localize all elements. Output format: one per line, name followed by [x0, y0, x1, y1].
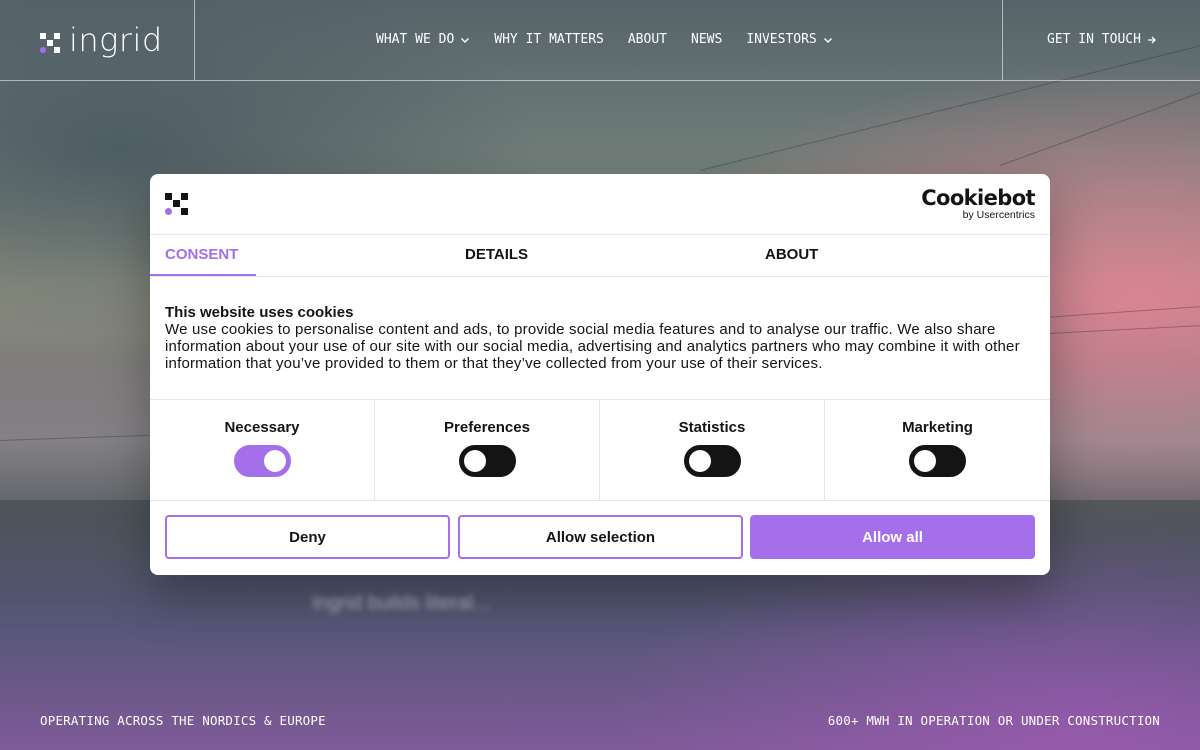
brand-sub: by Usercentrics [962, 209, 1035, 221]
consent-title: This website uses cookies [165, 304, 354, 321]
ingrid-logo-icon [165, 193, 188, 215]
cookie-consent-dialog: Cookiebot by Usercentrics CONSENT DETAIL… [150, 174, 1050, 575]
nav-label: INVESTORS [746, 32, 817, 47]
category-label: Marketing [902, 419, 973, 436]
nav-about[interactable]: ABOUT [628, 31, 667, 49]
deny-button[interactable]: Deny [165, 515, 450, 559]
toggle-knob [264, 450, 286, 472]
nav-news[interactable]: NEWS [691, 31, 722, 49]
tab-consent[interactable]: CONSENT [150, 235, 256, 276]
marketing-toggle[interactable] [909, 445, 966, 477]
statistics-toggle[interactable] [684, 445, 741, 477]
nav-why-it-matters[interactable]: WHY IT MATTERS [494, 31, 604, 49]
dialog-header: Cookiebot by Usercentrics [150, 174, 1050, 235]
footer-capacity: 600+ MWH IN OPERATION OR UNDER CONSTRUCT… [827, 713, 1160, 728]
footer-regions: OPERATING ACROSS THE NORDICS & EUROPE [40, 713, 326, 728]
get-in-touch-link[interactable]: GET IN TOUCH [1047, 31, 1157, 49]
nav-what-we-do[interactable]: WHAT WE DO [376, 31, 470, 49]
necessary-toggle[interactable] [234, 445, 291, 477]
toggle-knob [689, 450, 711, 472]
dialog-tabs: CONSENT DETAILS ABOUT [150, 235, 1050, 277]
allow-selection-button[interactable]: Allow selection [458, 515, 743, 559]
preferences-toggle[interactable] [459, 445, 516, 477]
chevron-down-icon [461, 38, 470, 43]
category-statistics: Statistics [600, 400, 825, 500]
nav-label: ABOUT [627, 32, 667, 47]
hero-subtitle: Ingrid builds literal... [312, 592, 490, 614]
toggle-knob [914, 450, 936, 472]
allow-all-button[interactable]: Allow all [750, 515, 1035, 559]
main-menu: WHAT WE DO WHY IT MATTERS ABOUT NEWS INV… [376, 31, 833, 49]
brand-name: Cookiebot [921, 186, 1035, 210]
category-label: Necessary [224, 419, 300, 436]
nav-label: WHAT WE DO [376, 32, 455, 47]
get-in-touch-cell: GET IN TOUCH [1002, 0, 1200, 80]
nav-investors[interactable]: INVESTORS [746, 31, 832, 49]
consent-description: We use cookies to personalise content an… [165, 321, 1020, 372]
consent-body: This website uses cookies We use cookies… [165, 304, 1035, 372]
logo-link[interactable]: ingrid [0, 0, 195, 80]
top-navigation: ingrid WHAT WE DO WHY IT MATTERS ABOUT N… [0, 0, 1200, 81]
toggle-knob [464, 450, 486, 472]
tab-details[interactable]: DETAILS [465, 235, 528, 276]
category-necessary: Necessary [150, 400, 375, 500]
cookiebot-logo[interactable]: Cookiebot by Usercentrics [921, 188, 1035, 221]
category-preferences: Preferences [375, 400, 600, 500]
chevron-down-icon [823, 38, 832, 43]
tab-about[interactable]: ABOUT [765, 235, 818, 276]
logo-text: ingrid [69, 21, 163, 59]
cta-label: GET IN TOUCH [1047, 32, 1141, 47]
nav-label: WHY IT MATTERS [494, 32, 604, 47]
consent-buttons: Deny Allow selection Allow all [165, 515, 1035, 559]
category-marketing: Marketing [825, 400, 1050, 500]
category-label: Statistics [678, 419, 746, 436]
arrow-right-icon [1147, 36, 1156, 44]
ingrid-logo-icon [40, 33, 60, 53]
cookie-categories: Necessary Preferences Statistics Marketi… [150, 399, 1050, 501]
category-label: Preferences [444, 419, 530, 436]
nav-label: NEWS [691, 32, 723, 47]
